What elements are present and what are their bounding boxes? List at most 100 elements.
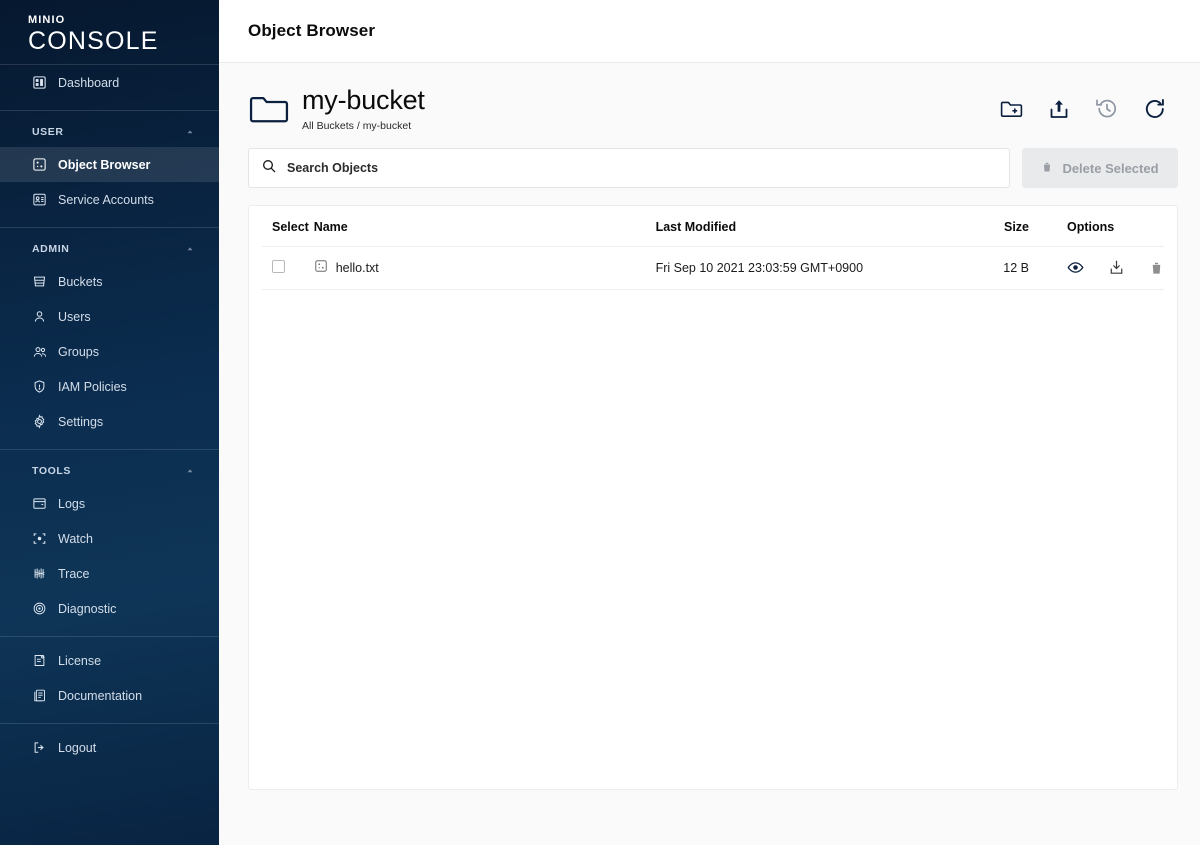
nav-group-logout: Logout: [0, 730, 219, 769]
chevron-up-icon: [185, 466, 195, 476]
delete-selected-label: Delete Selected: [1062, 160, 1159, 176]
preview-icon[interactable]: [1067, 259, 1084, 276]
logs-icon: [32, 496, 54, 512]
sidebar-divider-4: [0, 636, 219, 637]
sidebar-section-label: USER: [32, 126, 64, 138]
sidebar-item-label: Settings: [58, 414, 104, 429]
documentation-icon: [32, 688, 54, 704]
row-checkbox[interactable]: [272, 259, 285, 273]
sidebar-item-label: Dashboard: [58, 75, 120, 90]
row-last-modified: Fri Sep 10 2021 23:03:59 GMT+0900: [655, 246, 971, 290]
brand-logo[interactable]: MINIO CONSOLE: [0, 0, 219, 64]
trace-icon: [32, 566, 54, 582]
bucket-actions: [998, 96, 1178, 122]
file-name[interactable]: hello.txt: [336, 261, 379, 275]
sidebar-item-logout[interactable]: Logout: [0, 730, 219, 765]
bucket-name: my-bucket: [302, 85, 425, 115]
row-name-cell: hello.txt: [313, 246, 656, 290]
sidebar-item-label: Watch: [58, 531, 93, 546]
breadcrumb: All Buckets / my-bucket: [302, 120, 412, 132]
row-options-cell: [1029, 246, 1164, 290]
sidebar-item-documentation[interactable]: Documentation: [0, 678, 219, 713]
upload-icon[interactable]: [1046, 96, 1072, 122]
sidebar-item-object-browser[interactable]: Object Browser: [0, 147, 219, 182]
service-accounts-icon: [32, 192, 54, 208]
sidebar-item-label: Trace: [58, 566, 90, 581]
sidebar-item-logs[interactable]: Logs: [0, 486, 219, 521]
user-icon: [32, 309, 54, 325]
file-text-icon: [314, 259, 328, 276]
main-content: Object Browser my-bucket All Buckets / m…: [219, 0, 1200, 845]
sidebar-item-license[interactable]: License: [0, 643, 219, 678]
objects-table-card: Select Name Last Modified Size Options h…: [248, 205, 1178, 790]
nav-group-dashboard: Dashboard: [0, 65, 219, 104]
nav-group-footer: License Documentation: [0, 643, 219, 717]
watch-icon: [32, 531, 54, 547]
logout-icon: [32, 740, 54, 756]
sidebar-item-diagnostic[interactable]: Diagnostic: [0, 591, 219, 626]
sidebar-item-settings[interactable]: Settings: [0, 404, 219, 439]
row-size: 12 B: [970, 246, 1029, 290]
object-browser-icon: [32, 157, 54, 173]
sidebar-item-label: Buckets: [58, 274, 103, 289]
sidebar-item-label: Groups: [58, 344, 99, 359]
sidebar-item-label: License: [58, 653, 102, 668]
page-title: Object Browser: [248, 21, 376, 40]
column-header-name: Name: [313, 206, 656, 247]
download-icon[interactable]: [1108, 259, 1125, 276]
brand-console: CONSOLE: [28, 27, 159, 55]
sidebar-section-tools[interactable]: TOOLS: [0, 456, 219, 486]
sidebar: MINIO CONSOLE Dashboard USER Object Brow…: [0, 0, 219, 845]
nav-group-admin: ADMIN Buckets Users Groups IAM Policies …: [0, 234, 219, 443]
sidebar-section-label: ADMIN: [32, 243, 70, 255]
sidebar-divider-5: [0, 723, 219, 724]
sidebar-item-label: Service Accounts: [58, 192, 154, 207]
objects-toolbar: Search Objects Delete Selected: [248, 148, 1178, 205]
top-header-bar: Object Browser: [219, 0, 1200, 63]
sidebar-item-label: Users: [58, 309, 91, 324]
table-body: hello.txt Fri Sep 10 2021 23:03:59 GMT+0…: [262, 246, 1164, 290]
sidebar-item-trace[interactable]: Trace: [0, 556, 219, 591]
table-head: Select Name Last Modified Size Options: [262, 206, 1164, 247]
sidebar-item-label: Documentation: [58, 688, 143, 703]
column-header-size: Size: [970, 206, 1029, 247]
sidebar-item-buckets[interactable]: Buckets: [0, 264, 219, 299]
sidebar-item-label: IAM Policies: [58, 379, 127, 394]
bucket-header: my-bucket All Buckets / my-bucket: [248, 63, 1178, 148]
chevron-up-icon: [185, 127, 195, 137]
sidebar-section-label: TOOLS: [32, 465, 71, 477]
table-row[interactable]: hello.txt Fri Sep 10 2021 23:03:59 GMT+0…: [262, 246, 1164, 290]
sidebar-item-watch[interactable]: Watch: [0, 521, 219, 556]
sidebar-item-label: Object Browser: [58, 157, 151, 172]
delete-icon[interactable]: [1149, 260, 1164, 276]
objects-table: Select Name Last Modified Size Options h…: [262, 206, 1164, 290]
sidebar-item-service-accounts[interactable]: Service Accounts: [0, 182, 219, 217]
sidebar-item-dashboard[interactable]: Dashboard: [0, 65, 219, 100]
sidebar-item-groups[interactable]: Groups: [0, 334, 219, 369]
brand-minio: MINIO: [28, 14, 66, 26]
chevron-up-icon: [185, 244, 195, 254]
content-area: my-bucket All Buckets / my-bucket Search…: [219, 63, 1200, 845]
delete-selected-button[interactable]: Delete Selected: [1022, 148, 1178, 188]
diagnostic-icon: [32, 601, 54, 617]
sidebar-divider-3: [0, 449, 219, 450]
history-icon[interactable]: [1094, 96, 1120, 122]
column-header-options: Options: [1029, 206, 1164, 247]
license-icon: [32, 653, 54, 669]
refresh-icon[interactable]: [1142, 96, 1168, 122]
sidebar-section-admin[interactable]: ADMIN: [0, 234, 219, 264]
dashboard-icon: [32, 75, 54, 91]
sidebar-item-users[interactable]: Users: [0, 299, 219, 334]
bucket-title-block: my-bucket All Buckets / my-bucket: [302, 85, 998, 132]
nav-group-tools: TOOLS Logs Watch Trace Diagnostic: [0, 456, 219, 630]
create-folder-icon[interactable]: [998, 96, 1024, 122]
sidebar-section-user[interactable]: USER: [0, 117, 219, 147]
search-input[interactable]: Search Objects: [248, 148, 1010, 188]
search-icon: [261, 158, 277, 179]
sidebar-divider-2: [0, 227, 219, 228]
sidebar-item-iam-policies[interactable]: IAM Policies: [0, 369, 219, 404]
groups-icon: [32, 344, 54, 360]
nav-group-user: USER Object Browser Service Accounts: [0, 117, 219, 221]
search-placeholder: Search Objects: [287, 161, 379, 175]
bucket-icon: [32, 274, 54, 290]
